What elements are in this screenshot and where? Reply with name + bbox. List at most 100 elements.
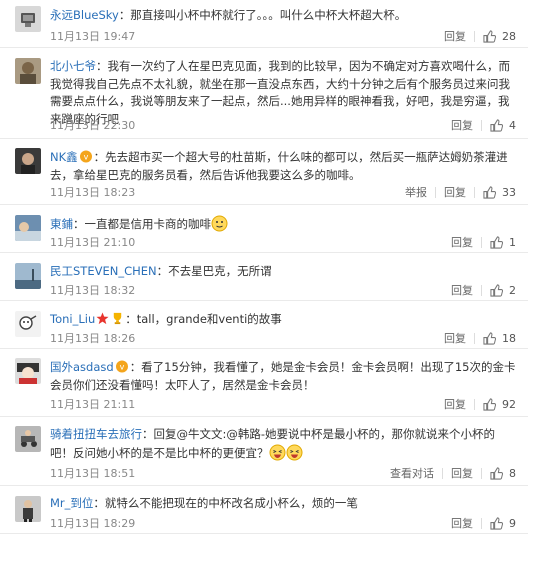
comment-feed: 永远BlueSky：那直接叫小杯中杯就行了。。。叫什么中杯大杯超大杯。 11月1… <box>0 0 533 562</box>
laughing-face-icon <box>286 444 302 460</box>
username-link[interactable]: 国外asdasd <box>50 360 114 374</box>
reply-button[interactable]: 回复 <box>451 117 473 133</box>
like-button[interactable]: 8 <box>490 467 516 480</box>
report-button[interactable]: 举报 <box>405 184 427 200</box>
divider <box>481 119 482 131</box>
like-button[interactable]: 2 <box>490 284 516 297</box>
thumbs-up-icon <box>483 185 496 199</box>
comment-time: 11月13日 18:51 <box>50 467 136 480</box>
comment-text: ：那直接叫小杯中杯就行了。。。叫什么中杯大杯超大杯。 <box>118 8 407 22</box>
divider <box>435 186 436 198</box>
comment-text: ：我有一次约了人在星巴克见面，我到的比较早，因为不确定对方喜欢喝什么，而我觉得我… <box>50 59 510 126</box>
comment-list: 永远BlueSky：那直接叫小杯中杯就行了。。。叫什么中杯大杯超大杯。 11月1… <box>0 0 528 534</box>
thumbs-up-icon <box>490 235 503 249</box>
divider <box>474 186 475 198</box>
like-button[interactable]: 92 <box>483 398 516 411</box>
comment-time: 11月13日 21:11 <box>50 398 136 411</box>
divider <box>481 517 482 529</box>
like-count: 8 <box>509 466 516 480</box>
divider <box>474 332 475 344</box>
username-link[interactable]: 東鋪 <box>50 217 73 231</box>
comment-item: 東鋪：一直都是信用卡商的咖啡 11月13日 21:10 回复 1 <box>0 205 528 253</box>
like-button[interactable]: 33 <box>483 186 516 199</box>
avatar[interactable] <box>15 148 41 174</box>
like-button[interactable]: 18 <box>483 332 516 345</box>
like-count: 1 <box>509 235 516 249</box>
comment-text: ：先去超市买一个超大号的杜苗斯，什么味的都可以，然后买一瓶萨达姆奶茶灌进去，拿给… <box>50 150 508 182</box>
comment-text: ：不去星巴克，无所谓 <box>156 264 272 278</box>
avatar[interactable] <box>15 358 41 384</box>
username-link[interactable]: 骑着扭扭车去旅行 <box>50 427 142 441</box>
avatar[interactable] <box>15 215 41 241</box>
comment-item: 永远BlueSky：那直接叫小杯中杯就行了。。。叫什么中杯大杯超大杯。 11月1… <box>0 0 528 48</box>
reply-button[interactable]: 回复 <box>451 234 473 250</box>
divider <box>442 467 443 479</box>
avatar[interactable] <box>15 263 41 289</box>
svg-text:v: v <box>83 153 88 162</box>
comment-text: ：tall，grande和venti的故事 <box>125 312 282 326</box>
comment-text: ：就特么不能把现在的中杯改名成小杯么，烦的一笔 <box>93 496 358 510</box>
thumbs-up-icon <box>483 397 496 411</box>
thumbs-up-icon <box>490 283 503 297</box>
comment-time: 11月13日 18:26 <box>50 332 136 345</box>
username-link[interactable]: 永远BlueSky <box>50 8 119 22</box>
thumbs-up-icon <box>490 466 503 480</box>
reply-button[interactable]: 回复 <box>451 465 473 481</box>
like-button[interactable]: 4 <box>490 119 516 132</box>
reply-button[interactable]: 回复 <box>444 184 466 200</box>
reply-button[interactable]: 回复 <box>451 515 473 531</box>
reply-button[interactable]: 回复 <box>444 396 466 412</box>
divider <box>474 398 475 410</box>
avatar[interactable] <box>15 496 41 522</box>
view-dialog-link[interactable]: 查看对话 <box>390 465 434 481</box>
like-count: 2 <box>509 283 516 297</box>
comment-item: NK鑫 v ：先去超市买一个超大号的杜苗斯，什么味的都可以，然后买一瓶萨达姆奶茶灌进… <box>0 139 528 205</box>
avatar[interactable] <box>15 426 41 452</box>
like-count: 92 <box>502 397 516 411</box>
reply-button[interactable]: 回复 <box>444 28 466 44</box>
vip-badge-icon: v <box>79 150 92 163</box>
avatar[interactable] <box>15 311 41 337</box>
svg-text:v: v <box>119 363 124 372</box>
comment-item: Mr_到位：就特么不能把现在的中杯改名成小杯么，烦的一笔 11月13日 18:2… <box>0 486 528 534</box>
username-link[interactable]: Mr_到位 <box>50 496 93 510</box>
comment-item: 北小七爷：我有一次约了人在星巴克见面，我到的比较早，因为不确定对方喜欢喝什么，而… <box>0 48 528 139</box>
like-count: 4 <box>509 118 516 132</box>
avatar[interactable] <box>15 6 41 32</box>
like-button[interactable]: 28 <box>483 30 516 43</box>
star-badge-icon <box>96 312 109 325</box>
comment-time: 11月13日 18:23 <box>50 186 136 199</box>
username-link[interactable]: 民工STEVEN_CHEN <box>50 264 157 278</box>
username-link[interactable]: 北小七爷 <box>50 59 96 73</box>
comment-time: 11月13日 18:29 <box>50 517 136 530</box>
reply-button[interactable]: 回复 <box>444 330 466 346</box>
divider <box>474 30 475 42</box>
thumbs-up-icon <box>490 516 503 530</box>
thumbs-up-icon <box>490 118 503 132</box>
divider <box>481 467 482 479</box>
avatar[interactable] <box>15 58 41 84</box>
shy-face-icon <box>211 215 228 232</box>
vip-badge-icon: v <box>115 360 128 373</box>
like-button[interactable]: 9 <box>490 517 516 530</box>
divider <box>481 284 482 296</box>
username-link[interactable]: NK鑫 <box>50 150 78 164</box>
comment-item: 国外asdasd v ：看了15分钟，我看懂了，她是金卡会员！金卡会员啊！出现了15… <box>0 349 528 417</box>
like-button[interactable]: 1 <box>490 236 516 249</box>
comment-item: Toni_Liu ：tall，grande和venti的故事 11月13日 18:… <box>0 301 528 349</box>
comment-time: 11月13日 19:47 <box>50 30 136 43</box>
comment-time: 11月13日 21:10 <box>50 236 136 249</box>
trophy-badge-icon <box>114 312 122 325</box>
comment-text: ：一直都是信用卡商的咖啡 <box>73 217 211 231</box>
comment-time: 11月13日 22:30 <box>50 119 136 132</box>
username-link[interactable]: Toni_Liu <box>50 312 95 326</box>
comment-time: 11月13日 18:32 <box>50 284 136 297</box>
like-count: 18 <box>502 331 516 345</box>
like-count: 9 <box>509 516 516 530</box>
thumbs-up-icon <box>483 331 496 345</box>
laughing-face-icon <box>269 444 285 460</box>
reply-button[interactable]: 回复 <box>451 282 473 298</box>
comment-item: 民工STEVEN_CHEN：不去星巴克，无所谓 11月13日 18:32 回复 … <box>0 253 528 301</box>
like-count: 33 <box>502 185 516 199</box>
divider <box>481 236 482 248</box>
